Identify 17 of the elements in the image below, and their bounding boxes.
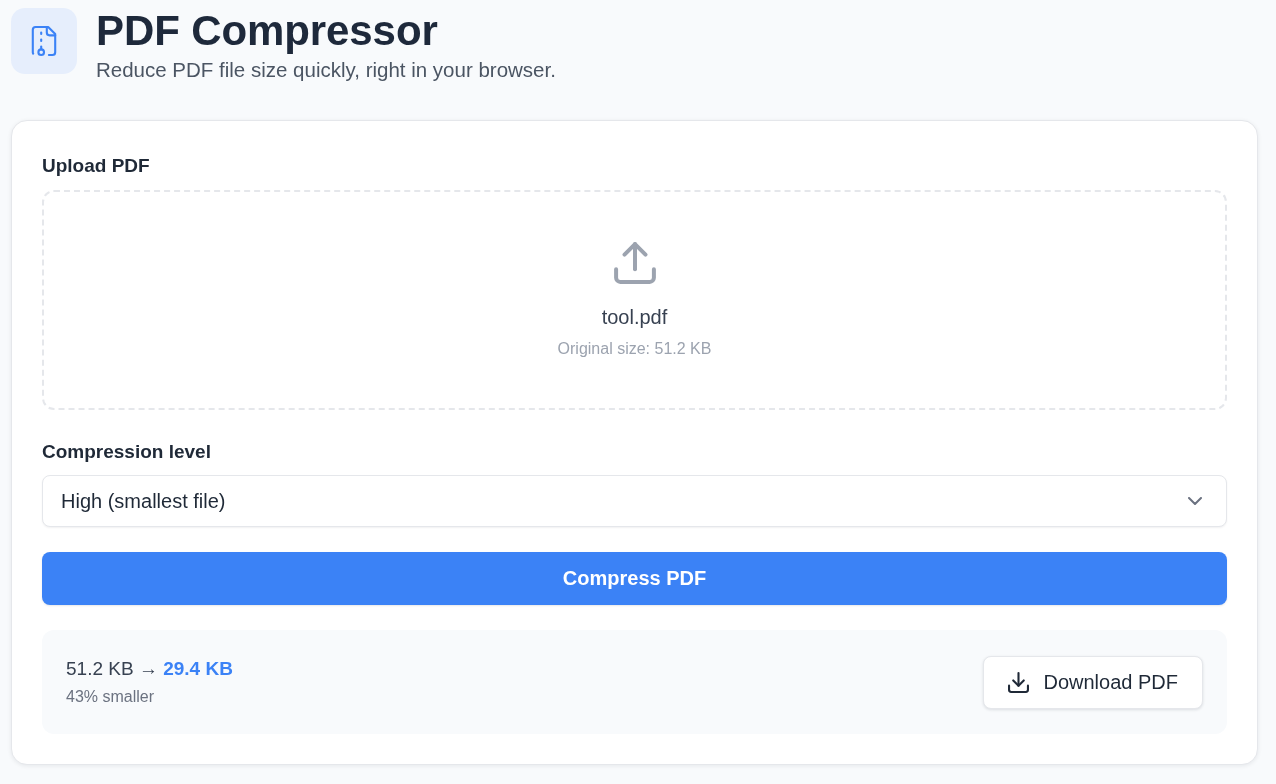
size-summary: 51.2 KB → 29.4 KB (66, 657, 233, 681)
download-icon (1008, 671, 1030, 693)
compression-label: Compression level (42, 440, 211, 464)
chevron-down-icon (1188, 497, 1202, 505)
upload-dropzone[interactable]: tool.pdf Original size: 51.2 KB (42, 190, 1227, 410)
compression-select[interactable]: High (smallest file) (42, 475, 1227, 527)
compress-button[interactable]: Compress PDF (42, 552, 1227, 605)
file-name: tool.pdf (601, 304, 668, 330)
zipped-file-icon (11, 8, 77, 74)
reduction-text: 43% smaller (66, 687, 155, 707)
app-title: PDF Compressor (96, 8, 438, 54)
select-value: High (smallest file) (61, 489, 226, 514)
upload-icon (613, 241, 656, 284)
download-button[interactable]: Download PDF (983, 655, 1203, 709)
file-size-text: Original size: 51.2 KB (557, 338, 712, 359)
upload-label: Upload PDF (42, 154, 150, 178)
app-subtitle: Reduce PDF file size quickly, right in your browser. (96, 58, 556, 82)
